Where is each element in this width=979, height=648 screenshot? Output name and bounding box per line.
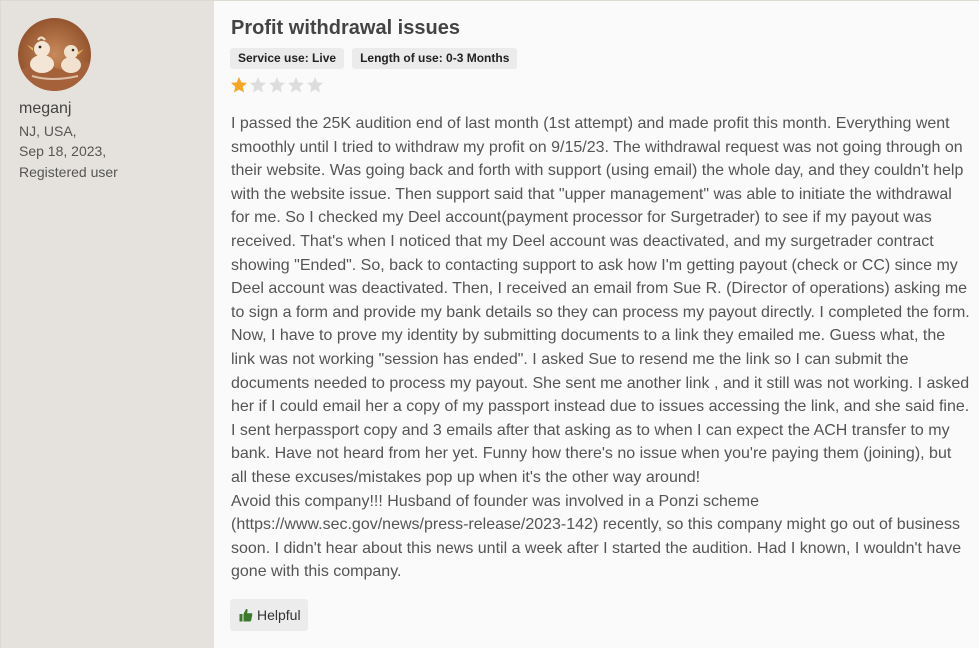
star-empty-icon	[307, 77, 323, 93]
bird-illustration-icon	[18, 18, 91, 91]
tag-service-use: Service use: Live	[230, 48, 345, 69]
tag-length-of-use: Length of use: 0-3 Months	[352, 48, 518, 69]
reviewer-sidebar: meganj NJ, USA, Sep 18, 2023, Registered…	[1, 1, 214, 648]
star-empty-icon	[269, 77, 285, 93]
thumbs-up-icon	[239, 608, 253, 622]
review-card: meganj NJ, USA, Sep 18, 2023, Registered…	[0, 0, 979, 648]
review-content: Profit withdrawal issues Service use: Li…	[214, 1, 979, 648]
helpful-label: Helpful	[257, 607, 301, 623]
review-title: Profit withdrawal issues	[231, 17, 460, 39]
reviewer-name[interactable]: meganj	[19, 100, 71, 118]
review-tags: Service use: Live Length of use: 0-3 Mon…	[230, 48, 518, 69]
review-date: Sep 18, 2023,	[19, 143, 107, 159]
star-filled-icon	[231, 77, 247, 93]
reviewer-avatar[interactable]	[18, 18, 91, 91]
review-body: I passed the 25K audition end of last mo…	[231, 112, 971, 584]
star-rating	[230, 76, 324, 94]
star-empty-icon	[250, 77, 266, 93]
star-empty-icon	[288, 77, 304, 93]
review-paragraph: Avoid this company!!! Husband of founder…	[231, 492, 962, 581]
review-paragraph: I passed the 25K audition end of last mo…	[231, 115, 970, 486]
helpful-button[interactable]: Helpful	[230, 599, 308, 631]
reviewer-status: Registered user	[19, 164, 118, 180]
reviewer-location: NJ, USA,	[19, 123, 77, 139]
